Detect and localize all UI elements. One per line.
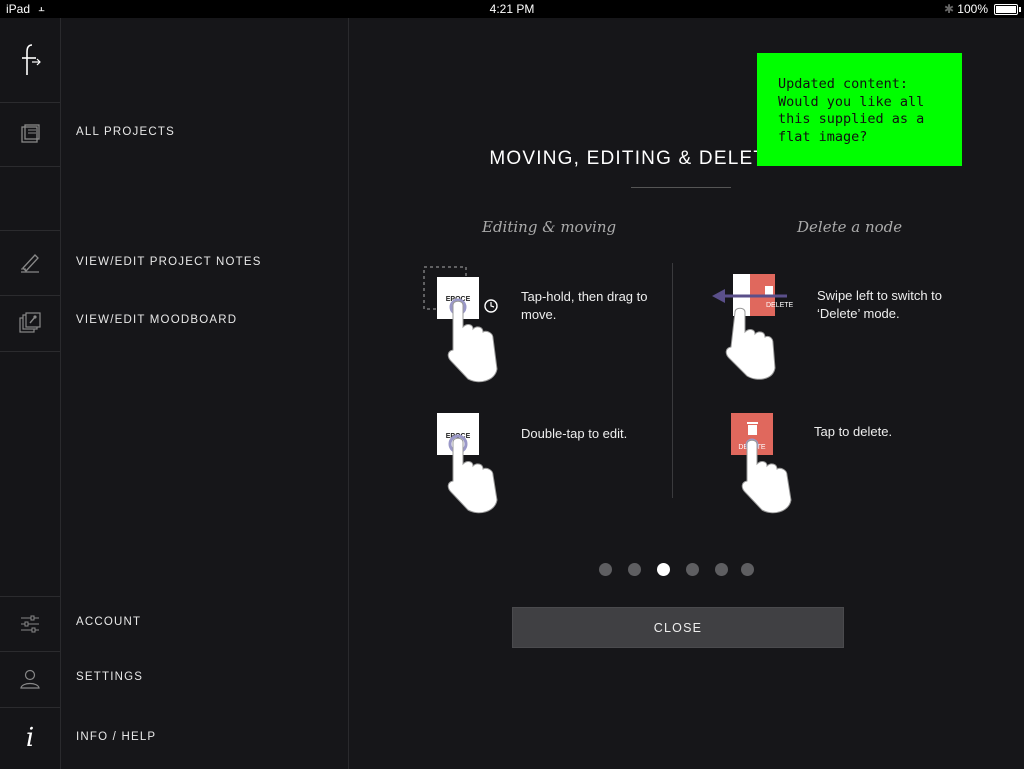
right-column-heading: Delete a node — [797, 218, 903, 236]
swipe-node-illustration: DELETE — [711, 272, 801, 382]
step-move-text: Tap-hold, then drag to move. — [521, 289, 648, 322]
column-divider — [672, 263, 673, 498]
battery-icon — [994, 4, 1021, 15]
menu-settings[interactable]: SETTINGS — [76, 671, 143, 683]
account-sliders-icon[interactable] — [0, 596, 60, 652]
icon-rail: i — [0, 18, 61, 769]
menu-info-help[interactable]: INFO / HELP — [76, 731, 156, 743]
pager-dot-active[interactable] — [657, 563, 670, 576]
menu-moodboard[interactable]: VIEW/EDIT MOODBOARD — [76, 314, 237, 326]
clock: 4:21 PM — [489, 2, 535, 16]
pager-dot[interactable] — [741, 563, 754, 576]
menu-project-notes[interactable]: VIEW/EDIT PROJECT NOTES — [76, 256, 262, 268]
close-button[interactable]: CLOSE — [512, 607, 844, 648]
pager-dot[interactable] — [715, 563, 728, 576]
step-edit-text: Double-tap to edit. — [521, 426, 628, 441]
battery-percent: 100% — [957, 2, 988, 16]
step-delete-text: Tap to delete. — [814, 424, 893, 439]
status-bar: iPad ⫠ 4:21 PM ✱ 100% — [0, 0, 1024, 18]
projects-icon[interactable] — [0, 102, 60, 167]
pager — [349, 563, 1024, 577]
menu-all-projects[interactable]: ALL PROJECTS — [76, 126, 175, 138]
notes-pencil-icon[interactable] — [0, 230, 60, 296]
pager-dot[interactable] — [599, 563, 612, 576]
menu-account[interactable]: ACCOUNT — [76, 616, 141, 628]
side-menu: ALL PROJECTS VIEW/EDIT PROJECT NOTES VIE… — [61, 18, 349, 769]
logo-icon[interactable] — [0, 18, 60, 103]
pager-dot[interactable] — [686, 563, 699, 576]
left-column-heading: Editing & moving — [482, 218, 617, 236]
edit-node-illustration: EPOCE — [435, 412, 505, 514]
drag-node-illustration: EPOCE — [423, 265, 503, 385]
bluetooth-icon: ✱ — [943, 2, 954, 16]
moodboard-icon[interactable] — [0, 294, 60, 352]
delete-node-illustration: DELETE — [729, 412, 799, 514]
info-icon[interactable]: i — [0, 707, 60, 769]
empty-rail-slot — [0, 166, 60, 230]
delete-word-swipe: DELETE — [766, 302, 794, 309]
pager-dot[interactable] — [628, 563, 641, 576]
settings-user-icon[interactable] — [0, 650, 60, 708]
step-swipe-text: Swipe left to switch to ‘Delete’ mode. — [817, 288, 942, 321]
annotation-note: Updated content: Would you like all this… — [757, 53, 962, 166]
title-divider — [631, 187, 731, 188]
